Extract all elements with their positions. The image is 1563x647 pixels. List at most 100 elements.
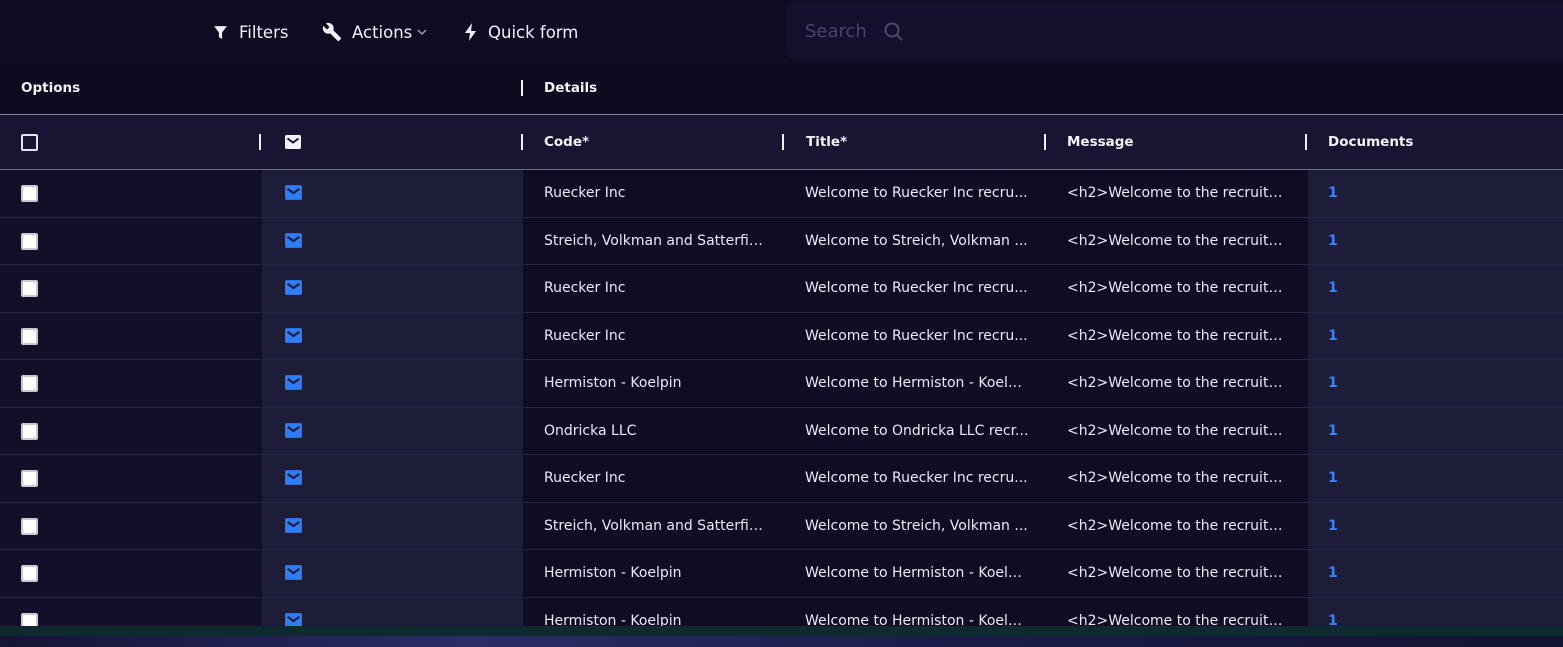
bottom-bar xyxy=(0,626,1563,647)
row-checkbox[interactable] xyxy=(21,327,38,345)
message-cell[interactable]: <h2>Welcome to the recruitm... xyxy=(1046,312,1308,359)
column-resize-handle[interactable] xyxy=(1044,134,1046,150)
select-all-checkbox[interactable] xyxy=(21,134,38,151)
column-header-title[interactable]: Title* xyxy=(806,134,847,150)
mail-icon[interactable] xyxy=(284,564,303,585)
documents-link[interactable]: 1 xyxy=(1328,280,1338,296)
table-row[interactable]: Hermiston - Koelpin Welcome to Hermiston … xyxy=(0,597,1563,626)
message-text: <h2>Welcome to the recruitm... xyxy=(1067,327,1292,344)
mail-icon[interactable] xyxy=(284,517,303,538)
row-checkbox[interactable] xyxy=(21,185,38,203)
message-cell[interactable]: <h2>Welcome to the recruitm... xyxy=(1046,550,1308,597)
title-cell[interactable]: Welcome to Ruecker Inc recru... xyxy=(784,265,1046,312)
table-row[interactable]: Hermiston - Koelpin Welcome to Hermiston … xyxy=(0,550,1563,598)
message-cell[interactable]: <h2>Welcome to the recruitm... xyxy=(1046,455,1308,502)
column-header-message[interactable]: Message xyxy=(1067,134,1134,150)
mail-icon[interactable] xyxy=(284,232,303,253)
message-text: <h2>Welcome to the recruitm... xyxy=(1067,422,1292,439)
row-checkbox[interactable] xyxy=(21,517,38,535)
message-cell[interactable]: <h2>Welcome to the recruitm... xyxy=(1046,502,1308,549)
table-row[interactable]: Ondricka LLC Welcome to Ondricka LLC recr… xyxy=(0,407,1563,455)
title-cell[interactable]: Welcome to Streich, Volkman ... xyxy=(784,217,1046,264)
options-cell xyxy=(0,217,262,264)
code-cell[interactable]: Ondricka LLC xyxy=(523,407,784,454)
title-cell[interactable]: Welcome to Hermiston - Koelp... xyxy=(784,550,1046,597)
title-cell[interactable]: Welcome to Ruecker Inc recru... xyxy=(784,170,1046,217)
documents-link[interactable]: 1 xyxy=(1328,233,1338,249)
code-cell[interactable]: Ruecker Inc xyxy=(523,455,784,502)
row-checkbox[interactable] xyxy=(21,375,38,393)
column-resize-handle[interactable] xyxy=(259,134,261,150)
search-icon[interactable] xyxy=(884,22,904,46)
title-cell[interactable]: Welcome to Ruecker Inc recru... xyxy=(784,455,1046,502)
filters-button[interactable]: Filters xyxy=(212,18,288,46)
table-row[interactable]: Ruecker Inc Welcome to Ruecker Inc recru.… xyxy=(0,312,1563,360)
documents-link[interactable]: 1 xyxy=(1328,565,1338,581)
table-row[interactable]: Streich, Volkman and Satterfield Welcome … xyxy=(0,217,1563,265)
documents-link[interactable]: 1 xyxy=(1328,423,1338,439)
mail-cell xyxy=(262,360,523,407)
message-cell[interactable]: <h2>Welcome to the recruitm... xyxy=(1046,170,1308,217)
column-resize-handle[interactable] xyxy=(782,134,784,150)
column-resize-handle[interactable] xyxy=(521,134,523,150)
documents-link[interactable]: 1 xyxy=(1328,518,1338,534)
documents-link[interactable]: 1 xyxy=(1328,328,1338,344)
mail-icon[interactable] xyxy=(284,374,303,395)
mail-header-icon xyxy=(284,134,302,154)
column-header-documents[interactable]: Documents xyxy=(1328,134,1413,150)
mail-icon[interactable] xyxy=(284,612,303,626)
table-row[interactable]: Ruecker Inc Welcome to Ruecker Inc recru.… xyxy=(0,455,1563,503)
code-cell[interactable]: Ruecker Inc xyxy=(523,265,784,312)
documents-link[interactable]: 1 xyxy=(1328,375,1338,391)
documents-link[interactable]: 1 xyxy=(1328,185,1338,201)
title-text: Welcome to Ondricka LLC recr... xyxy=(805,422,1029,439)
code-cell[interactable]: Ruecker Inc xyxy=(523,312,784,359)
row-checkbox[interactable] xyxy=(21,280,38,298)
table-row[interactable]: Ruecker Inc Welcome to Ruecker Inc recru.… xyxy=(0,170,1563,218)
options-cell xyxy=(0,455,262,502)
message-cell[interactable]: <h2>Welcome to the recruitm... xyxy=(1046,265,1308,312)
row-checkbox[interactable] xyxy=(21,612,38,626)
mail-cell xyxy=(262,455,523,502)
code-cell[interactable]: Streich, Volkman and Satterfield xyxy=(523,217,784,264)
column-resize-handle[interactable] xyxy=(1305,134,1307,150)
message-cell[interactable]: <h2>Welcome to the recruitm... xyxy=(1046,407,1308,454)
code-cell[interactable]: Hermiston - Koelpin xyxy=(523,550,784,597)
table-row[interactable]: Streich, Volkman and Satterfield Welcome … xyxy=(0,502,1563,550)
message-cell[interactable]: <h2>Welcome to the recruitm... xyxy=(1046,217,1308,264)
title-cell[interactable]: Welcome to Hermiston - Koelp... xyxy=(784,597,1046,626)
message-cell[interactable]: <h2>Welcome to the recruitm... xyxy=(1046,597,1308,626)
code-cell[interactable]: Hermiston - Koelpin xyxy=(523,597,784,626)
row-checkbox[interactable] xyxy=(21,422,38,440)
documents-link[interactable]: 1 xyxy=(1328,470,1338,486)
mail-icon[interactable] xyxy=(284,469,303,490)
title-cell[interactable]: Welcome to Ruecker Inc recru... xyxy=(784,312,1046,359)
wrench-icon xyxy=(322,22,342,42)
mail-icon[interactable] xyxy=(284,327,303,348)
table-row[interactable]: Ruecker Inc Welcome to Ruecker Inc recru.… xyxy=(0,265,1563,313)
code-cell[interactable]: Ruecker Inc xyxy=(523,170,784,217)
title-cell[interactable]: Welcome to Hermiston - Koelp... xyxy=(784,360,1046,407)
title-cell[interactable]: Welcome to Streich, Volkman ... xyxy=(784,502,1046,549)
table-row[interactable]: Hermiston - Koelpin Welcome to Hermiston … xyxy=(0,360,1563,408)
actions-button[interactable]: Actions xyxy=(322,18,428,46)
quick-form-button[interactable]: Quick form xyxy=(464,18,578,46)
message-cell[interactable]: <h2>Welcome to the recruitm... xyxy=(1046,360,1308,407)
code-cell[interactable]: Hermiston - Koelpin xyxy=(523,360,784,407)
row-checkbox[interactable] xyxy=(21,565,38,583)
row-checkbox[interactable] xyxy=(21,232,38,250)
documents-link[interactable]: 1 xyxy=(1328,613,1338,626)
mail-icon[interactable] xyxy=(284,184,303,205)
row-checkbox[interactable] xyxy=(21,470,38,488)
column-resize-handle[interactable] xyxy=(521,80,523,96)
column-header-code[interactable]: Code* xyxy=(544,134,589,150)
title-text: Welcome to Hermiston - Koelp... xyxy=(805,375,1030,392)
mail-icon[interactable] xyxy=(284,422,303,443)
options-cell xyxy=(0,312,262,359)
mail-cell xyxy=(262,312,523,359)
mail-icon[interactable] xyxy=(284,279,303,300)
search-input[interactable] xyxy=(803,16,897,46)
title-cell[interactable]: Welcome to Ondricka LLC recr... xyxy=(784,407,1046,454)
code-cell[interactable]: Streich, Volkman and Satterfield xyxy=(523,502,784,549)
options-cell xyxy=(0,265,262,312)
